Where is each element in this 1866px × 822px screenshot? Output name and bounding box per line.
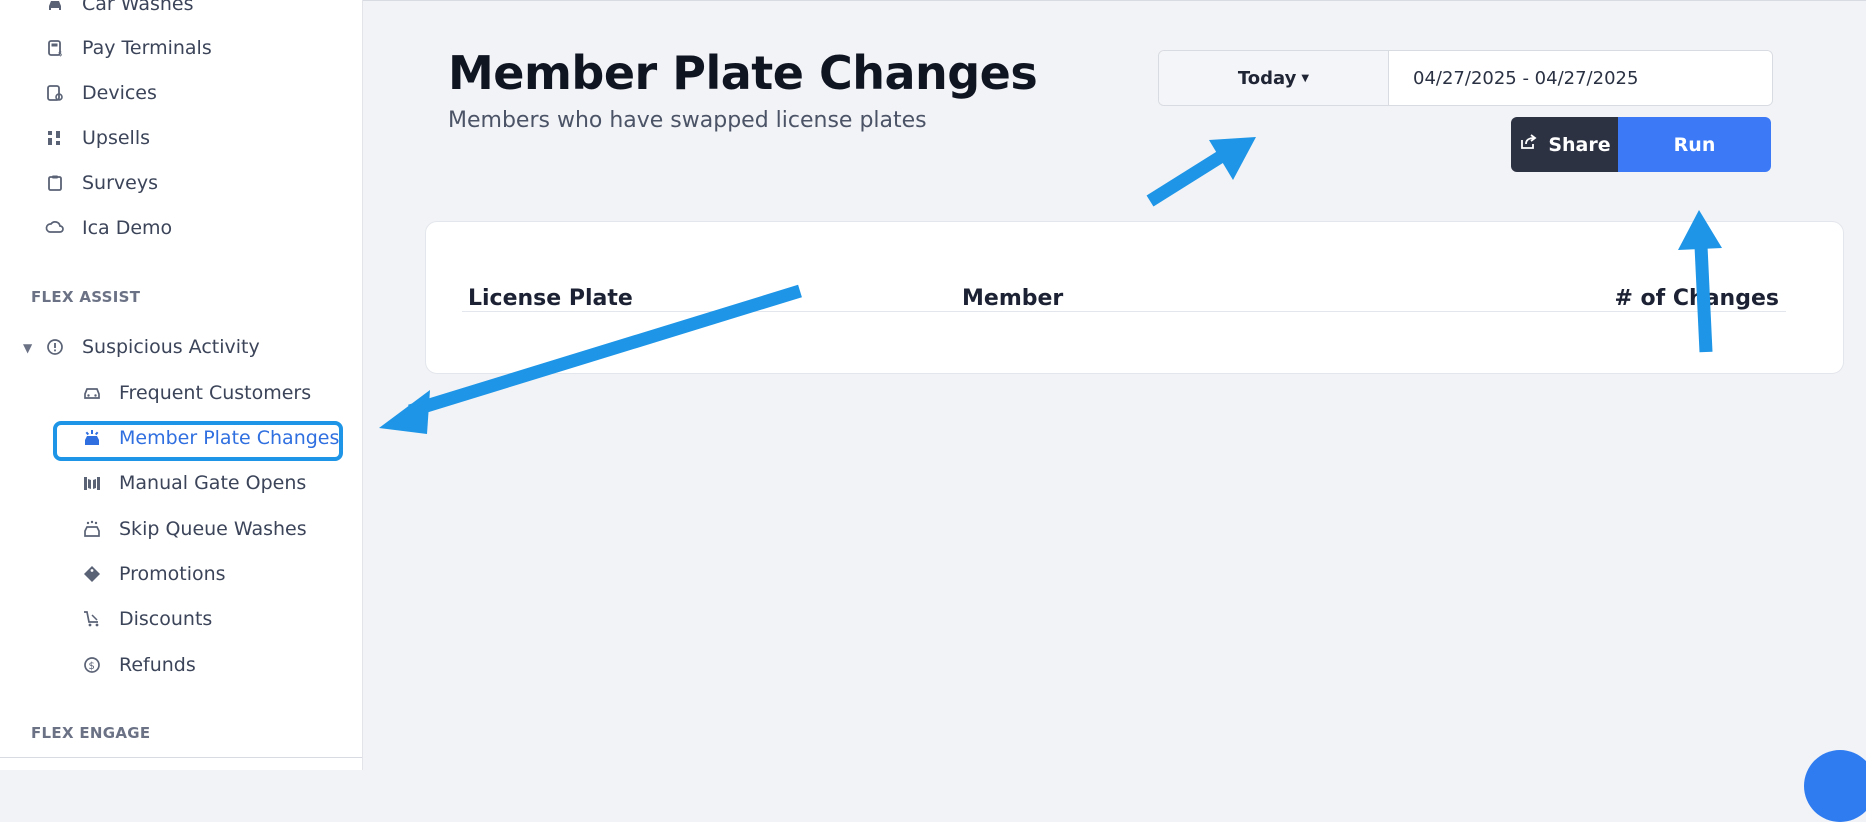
table-header-divider bbox=[462, 311, 1786, 312]
sidebar-item-label: Pay Terminals bbox=[82, 37, 212, 59]
top-border bbox=[362, 0, 1866, 1]
gate-icon bbox=[81, 472, 103, 494]
pay-terminal-icon: $ bbox=[44, 37, 66, 59]
sidebar-item-label: Manual Gate Opens bbox=[119, 472, 307, 494]
alert-circle-icon bbox=[44, 336, 66, 358]
sidebar-item-label: Discounts bbox=[119, 608, 213, 630]
sidebar-item-discounts[interactable]: Discounts bbox=[81, 604, 212, 634]
sidebar-item-promotions[interactable]: Promotions bbox=[81, 559, 226, 589]
sidebar-item-label: Upsells bbox=[82, 127, 151, 149]
run-button[interactable]: Run bbox=[1618, 117, 1771, 172]
page-title: Member Plate Changes bbox=[448, 46, 1038, 100]
results-table-card: License Plate Member # of Changes bbox=[425, 221, 1844, 374]
svg-text:$: $ bbox=[58, 50, 62, 58]
sidebar-group-suspicious-activity[interactable]: Suspicious Activity bbox=[44, 332, 260, 362]
column-header-license-plate[interactable]: License Plate bbox=[468, 286, 633, 311]
caret-down-icon: ▼ bbox=[1301, 72, 1310, 84]
refund-icon: $ bbox=[81, 654, 103, 676]
sidebar-divider bbox=[0, 757, 362, 758]
chat-launcher-button[interactable] bbox=[1804, 750, 1866, 822]
sidebar-item-pay-terminals[interactable]: $ Pay Terminals bbox=[44, 33, 212, 63]
sidebar-item-label: Frequent Customers bbox=[119, 382, 312, 404]
sidebar-item-label: Promotions bbox=[119, 563, 226, 585]
sidebar-item-surveys[interactable]: Surveys bbox=[44, 168, 158, 198]
sidebar-item-label: Surveys bbox=[82, 172, 158, 194]
car-front-icon bbox=[81, 382, 103, 404]
date-preset-label: Today bbox=[1237, 67, 1297, 89]
section-label-flex-assist: FLEX ASSIST bbox=[31, 288, 141, 306]
svg-text:$: $ bbox=[89, 661, 95, 672]
sidebar-item-car-washes[interactable]: Car Washes bbox=[44, 0, 194, 19]
sidebar-item-devices[interactable]: Devices bbox=[44, 78, 157, 108]
annotation-highlight-box bbox=[53, 421, 343, 461]
sidebar-item-skip-queue-washes[interactable]: Skip Queue Washes bbox=[81, 514, 307, 544]
car-icon bbox=[44, 0, 66, 15]
caret-down-icon[interactable]: ▼ bbox=[23, 341, 32, 355]
sidebar-item-ica-demo[interactable]: Ica Demo bbox=[44, 213, 172, 243]
car-wash-icon bbox=[81, 518, 103, 540]
sidebar: Car Washes $ Pay Terminals Devices Upsel… bbox=[0, 0, 363, 770]
sidebar-item-frequent-customers[interactable]: Frequent Customers bbox=[81, 378, 311, 408]
sidebar-item-manual-gate-opens[interactable]: Manual Gate Opens bbox=[81, 468, 306, 498]
annotation-arrow-to-date-preset bbox=[1146, 137, 1256, 207]
page-subtitle: Members who have swapped license plates bbox=[448, 108, 927, 133]
share-icon bbox=[1518, 132, 1548, 157]
sidebar-item-label: Devices bbox=[82, 82, 157, 104]
section-label-flex-engage: FLEX ENGAGE bbox=[31, 724, 151, 742]
cloud-icon bbox=[44, 217, 66, 239]
share-button[interactable]: Share bbox=[1511, 117, 1618, 172]
devices-icon bbox=[44, 82, 66, 104]
column-header-changes[interactable]: # of Changes bbox=[1614, 286, 1779, 311]
cart-discount-icon bbox=[81, 608, 103, 630]
upsells-icon bbox=[44, 127, 66, 149]
tag-icon bbox=[81, 563, 103, 585]
sidebar-item-label: Ica Demo bbox=[82, 217, 173, 239]
run-label: Run bbox=[1673, 133, 1716, 156]
column-header-member[interactable]: Member bbox=[962, 286, 1063, 311]
sidebar-item-label: Skip Queue Washes bbox=[119, 518, 307, 540]
sidebar-item-label: Car Washes bbox=[82, 0, 194, 15]
sidebar-group-label: Suspicious Activity bbox=[82, 336, 260, 358]
clipboard-icon bbox=[44, 172, 66, 194]
sidebar-item-label: Refunds bbox=[119, 654, 196, 676]
date-range-input[interactable] bbox=[1389, 51, 1772, 105]
sidebar-item-refunds[interactable]: $ Refunds bbox=[81, 650, 196, 680]
date-preset-dropdown[interactable]: Today ▼ bbox=[1159, 51, 1389, 105]
sidebar-item-upsells[interactable]: Upsells bbox=[44, 123, 150, 153]
date-range-picker: Today ▼ bbox=[1158, 50, 1773, 106]
share-label: Share bbox=[1548, 133, 1611, 156]
